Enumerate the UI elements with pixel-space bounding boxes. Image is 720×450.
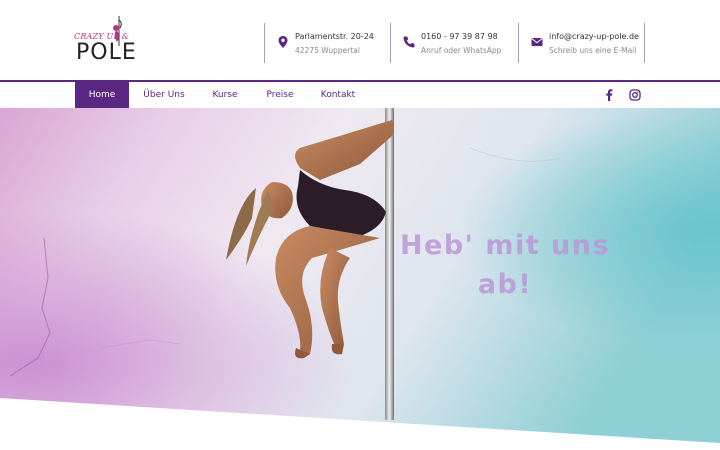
address-street: Parlamentstr. 20-24 <box>295 32 374 41</box>
email-address[interactable]: info@crazy-up-pole.de <box>549 32 639 41</box>
page: CRAZY UP & POLE Parlamentstr. 20-24 4227… <box>0 0 720 450</box>
email-hint: Schreib uns eine E-Mail <box>549 46 637 55</box>
contact-address: Parlamentstr. 20-24 42275 Wuppertal <box>264 23 390 63</box>
map-pin-icon <box>278 36 288 48</box>
contact-email[interactable]: info@crazy-up-pole.de Schreib uns eine E… <box>518 23 644 63</box>
contact-phone[interactable]: 0160 - 97 39 87 98 Anruf oder WhatsApp <box>390 23 518 63</box>
facebook-icon[interactable] <box>603 89 615 101</box>
phone-number[interactable]: 0160 - 97 39 87 98 <box>421 32 498 41</box>
nav-item-home[interactable]: Home <box>75 82 129 108</box>
nav-item-kurse[interactable]: Kurse <box>202 82 248 108</box>
envelope-icon <box>531 38 543 46</box>
instagram-icon[interactable] <box>629 89 641 101</box>
nav-item-ueber-uns[interactable]: Über Uns <box>136 82 192 108</box>
contact-divider <box>644 23 645 63</box>
hero-banner: Heb' mit uns ab! <box>0 108 720 450</box>
address-city: 42275 Wuppertal <box>295 46 360 55</box>
phone-hint: Anruf oder WhatsApp <box>421 46 502 55</box>
hero-headline-line2: ab! <box>477 269 533 300</box>
site-logo[interactable]: CRAZY UP & POLE <box>72 14 144 68</box>
phone-icon <box>403 36 415 48</box>
nav-item-preise[interactable]: Preise <box>258 82 302 108</box>
site-header: CRAZY UP & POLE Parlamentstr. 20-24 4227… <box>0 0 720 80</box>
main-nav: Home Über Uns Kurse Preise Kontakt <box>0 80 720 108</box>
hero-headline: Heb' mit uns ab! <box>380 226 630 304</box>
logo-wordmark: POLE <box>76 40 137 65</box>
hero-headline-line1: Heb' mit uns <box>399 230 611 261</box>
nav-item-kontakt[interactable]: Kontakt <box>314 82 362 108</box>
